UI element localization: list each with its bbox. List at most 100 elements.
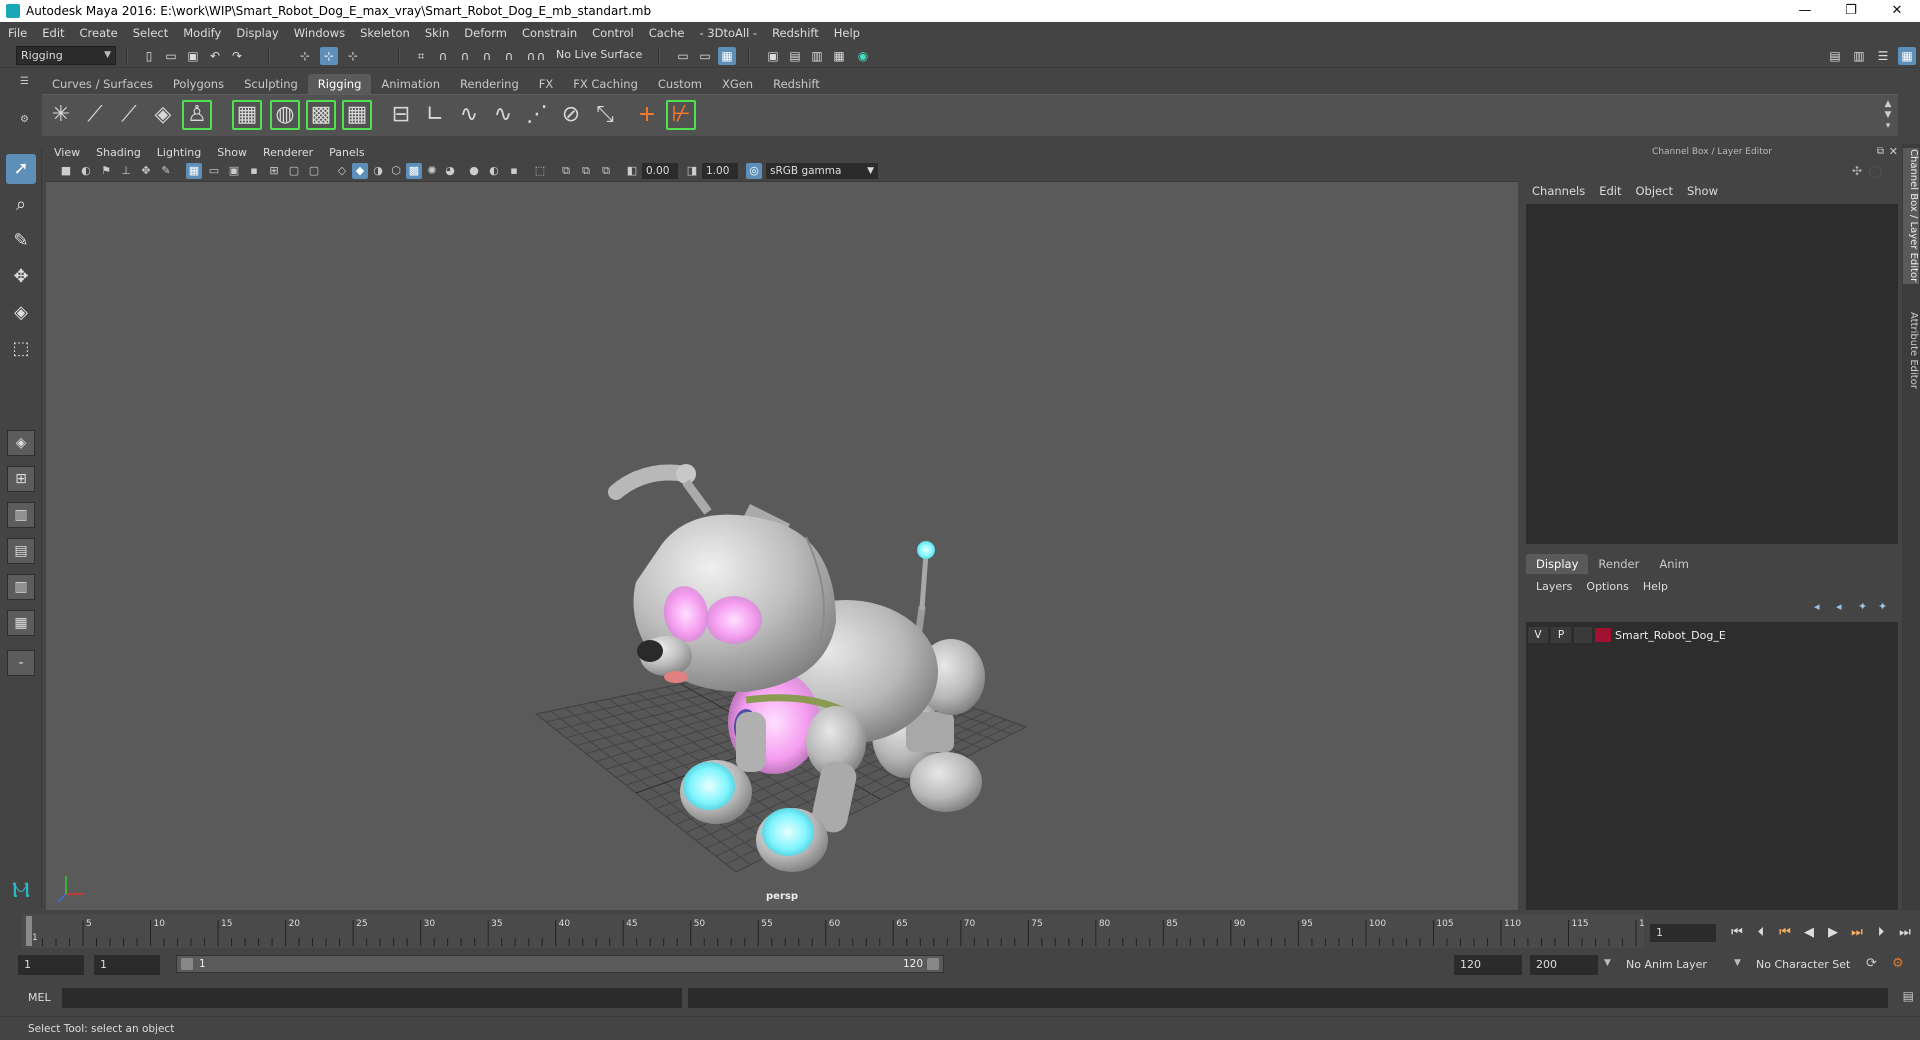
play-forwards-icon[interactable]: ▶ bbox=[1824, 924, 1842, 942]
cb-menu-object[interactable]: Object bbox=[1636, 184, 1673, 198]
shelf-tab-curves-surfaces[interactable]: Curves / Surfaces bbox=[42, 74, 163, 94]
layer-playback-toggle[interactable]: P bbox=[1551, 627, 1571, 643]
range-start-handle[interactable] bbox=[181, 958, 193, 970]
create-joints-icon[interactable]: ✳ bbox=[46, 100, 76, 130]
cb-menu-edit[interactable]: Edit bbox=[1599, 184, 1621, 198]
redshift-render-icon[interactable]: ◉ bbox=[854, 47, 872, 65]
toggle-outliner-icon[interactable]: ▥ bbox=[1850, 47, 1868, 65]
select-component-icon[interactable]: ⊹ bbox=[344, 47, 362, 65]
shelf-tab-sculpting[interactable]: Sculpting bbox=[234, 74, 308, 94]
new-scene-icon[interactable]: ▯ bbox=[140, 47, 158, 65]
shelf-tab-animation[interactable]: Animation bbox=[371, 74, 450, 94]
scale-constraint-icon[interactable]: ⊘ bbox=[556, 100, 586, 130]
construction-history-icon[interactable]: ▦ bbox=[718, 47, 736, 65]
live-surface-field[interactable]: No Live Surface bbox=[552, 46, 648, 65]
panel-menu-panels[interactable]: Panels bbox=[329, 146, 364, 159]
range-end-handle[interactable] bbox=[927, 958, 939, 970]
toggle-attribute-editor-icon[interactable]: ☰ bbox=[1874, 47, 1892, 65]
menu-constrain[interactable]: Constrain bbox=[522, 26, 577, 40]
shelf-scroll-icon[interactable]: ▲ ▼ ▾ bbox=[1882, 99, 1894, 133]
shadows-icon[interactable]: ◕ bbox=[442, 163, 458, 179]
humanik-icon[interactable]: ♙ bbox=[182, 100, 212, 130]
command-input[interactable] bbox=[62, 988, 682, 1008]
rotate-tool-icon[interactable]: ◈ bbox=[6, 298, 36, 328]
grease-pencil-icon[interactable]: ✎ bbox=[158, 163, 174, 179]
shelf-tab-rendering[interactable]: Rendering bbox=[450, 74, 529, 94]
paint-select-tool-icon[interactable]: ✎ bbox=[6, 226, 36, 256]
cb-menu-channels[interactable]: Channels bbox=[1532, 184, 1585, 198]
manipulator-icon[interactable]: ✣ bbox=[1852, 164, 1862, 178]
menu-cache[interactable]: Cache bbox=[649, 26, 685, 40]
blend-shape-icon[interactable]: ⊟ bbox=[386, 100, 416, 130]
perspective-viewport[interactable]: persp bbox=[46, 182, 1518, 910]
parent-constraint-icon[interactable]: ∿ bbox=[454, 100, 484, 130]
chevron-down-icon[interactable]: ▼ bbox=[1734, 958, 1741, 968]
shelf-tab-fx[interactable]: FX bbox=[529, 74, 564, 94]
camera-attributes-icon[interactable]: ◐ bbox=[78, 163, 94, 179]
menu-help[interactable]: Help bbox=[834, 26, 860, 40]
film-gate-icon[interactable]: ▭ bbox=[206, 163, 222, 179]
range-slider[interactable]: 1 120 bbox=[176, 955, 944, 973]
minimize-button[interactable]: — bbox=[1782, 0, 1828, 22]
close-panel-icon[interactable]: ✕ bbox=[1889, 145, 1898, 158]
layer-row[interactable]: V P Smart_Robot_Dog_E bbox=[1528, 626, 1896, 644]
layer-visibility-toggle[interactable]: V bbox=[1528, 627, 1548, 643]
time-slider[interactable]: 1 5 10 15 20 25 30 35 40 45 50 55 60 65 70 75 80 85 90 95 10… bbox=[22, 914, 1644, 948]
orient-constraint-icon[interactable]: ⋰ bbox=[522, 100, 552, 130]
render-frame-icon[interactable]: ▣ bbox=[764, 47, 782, 65]
scale-tool-icon[interactable]: ⬚ bbox=[6, 334, 36, 364]
snap-point-icon[interactable]: ∩ bbox=[456, 47, 474, 65]
xray-icon[interactable]: ⧉ bbox=[558, 163, 574, 179]
layer-tab-render[interactable]: Render bbox=[1588, 554, 1649, 574]
chevron-down-icon[interactable]: ▼ bbox=[1604, 958, 1611, 968]
hypershade-icon[interactable]: ▦ bbox=[830, 47, 848, 65]
menuset-dropdown[interactable]: Rigging ▼ bbox=[16, 46, 116, 65]
wire-deformer-icon[interactable]: ∟ bbox=[420, 100, 450, 130]
gamma-field[interactable]: 1.00 bbox=[702, 163, 738, 179]
step-back-key-icon[interactable]: ⏮ bbox=[1776, 924, 1794, 942]
auto-key-icon[interactable]: ⟳ bbox=[1866, 956, 1877, 971]
ipr-render-icon[interactable]: ▤ bbox=[786, 47, 804, 65]
safe-title-icon[interactable]: ▢ bbox=[306, 163, 322, 179]
select-object-icon[interactable]: ⊹ bbox=[320, 47, 338, 65]
menu-skin[interactable]: Skin bbox=[425, 26, 449, 40]
panel-menu-lighting[interactable]: Lighting bbox=[157, 146, 201, 159]
le-menu-layers[interactable]: Layers bbox=[1536, 580, 1572, 593]
playback-start-field[interactable]: 1 bbox=[94, 955, 160, 975]
layer-tab-anim[interactable]: Anim bbox=[1649, 554, 1699, 574]
motion-blur-icon[interactable]: ◐ bbox=[486, 163, 502, 179]
panel-menu-show[interactable]: Show bbox=[217, 146, 247, 159]
input-ops-icon[interactable]: ▭ bbox=[674, 47, 692, 65]
character-set-dropdown[interactable]: No Character Set bbox=[1750, 955, 1864, 975]
select-tool-icon[interactable]: ➚ bbox=[6, 154, 36, 184]
color-space-dropdown[interactable]: sRGB gamma ▼ bbox=[766, 163, 878, 179]
panel-menu-renderer[interactable]: Renderer bbox=[263, 146, 313, 159]
shelf-tab-fx-caching[interactable]: FX Caching bbox=[563, 74, 648, 94]
move-layer-down-icon[interactable]: ◂ bbox=[1836, 600, 1842, 613]
persp-graph-layout-icon[interactable]: ▤ bbox=[7, 538, 35, 564]
render-settings-icon[interactable]: ▥ bbox=[808, 47, 826, 65]
step-forward-frame-icon[interactable]: ⏵ bbox=[1872, 924, 1890, 942]
image-plane-icon[interactable]: ⊥ bbox=[118, 163, 134, 179]
gate-mask-icon[interactable]: ▪ bbox=[246, 163, 262, 179]
lasso-tool-icon[interactable]: ⌕ bbox=[6, 190, 36, 220]
shelf-tab-rigging[interactable]: Rigging bbox=[307, 74, 372, 94]
wireframe-on-shaded-icon[interactable]: ⬡ bbox=[388, 163, 404, 179]
layer-tab-display[interactable]: Display bbox=[1526, 554, 1589, 574]
persp-outliner-layout-icon[interactable]: ▥ bbox=[7, 574, 35, 600]
default-material-icon[interactable]: ◑ bbox=[370, 163, 386, 179]
side-tab-channel-box[interactable]: Channel Box / Layer Editor bbox=[1903, 148, 1919, 284]
go-to-end-icon[interactable]: ⏭ bbox=[1896, 924, 1914, 942]
mel-label[interactable]: MEL bbox=[28, 990, 51, 1006]
open-scene-icon[interactable]: ▭ bbox=[162, 47, 180, 65]
panel-menu-shading[interactable]: Shading bbox=[96, 146, 141, 159]
side-tab-attribute-editor[interactable]: Attribute Editor bbox=[1903, 310, 1919, 390]
shelf-settings-icon[interactable]: ⚙ bbox=[20, 114, 34, 128]
textured-icon[interactable]: ▩ bbox=[406, 163, 422, 179]
layer-color-swatch[interactable] bbox=[1595, 628, 1611, 642]
safe-action-icon[interactable]: ▢ bbox=[286, 163, 302, 179]
cb-menu-show[interactable]: Show bbox=[1687, 184, 1718, 198]
shelf-tab-xgen[interactable]: XGen bbox=[712, 74, 763, 94]
xray-components-icon[interactable]: ⧉ bbox=[598, 163, 614, 179]
single-perspective-layout-icon[interactable]: ◈ bbox=[7, 430, 35, 456]
